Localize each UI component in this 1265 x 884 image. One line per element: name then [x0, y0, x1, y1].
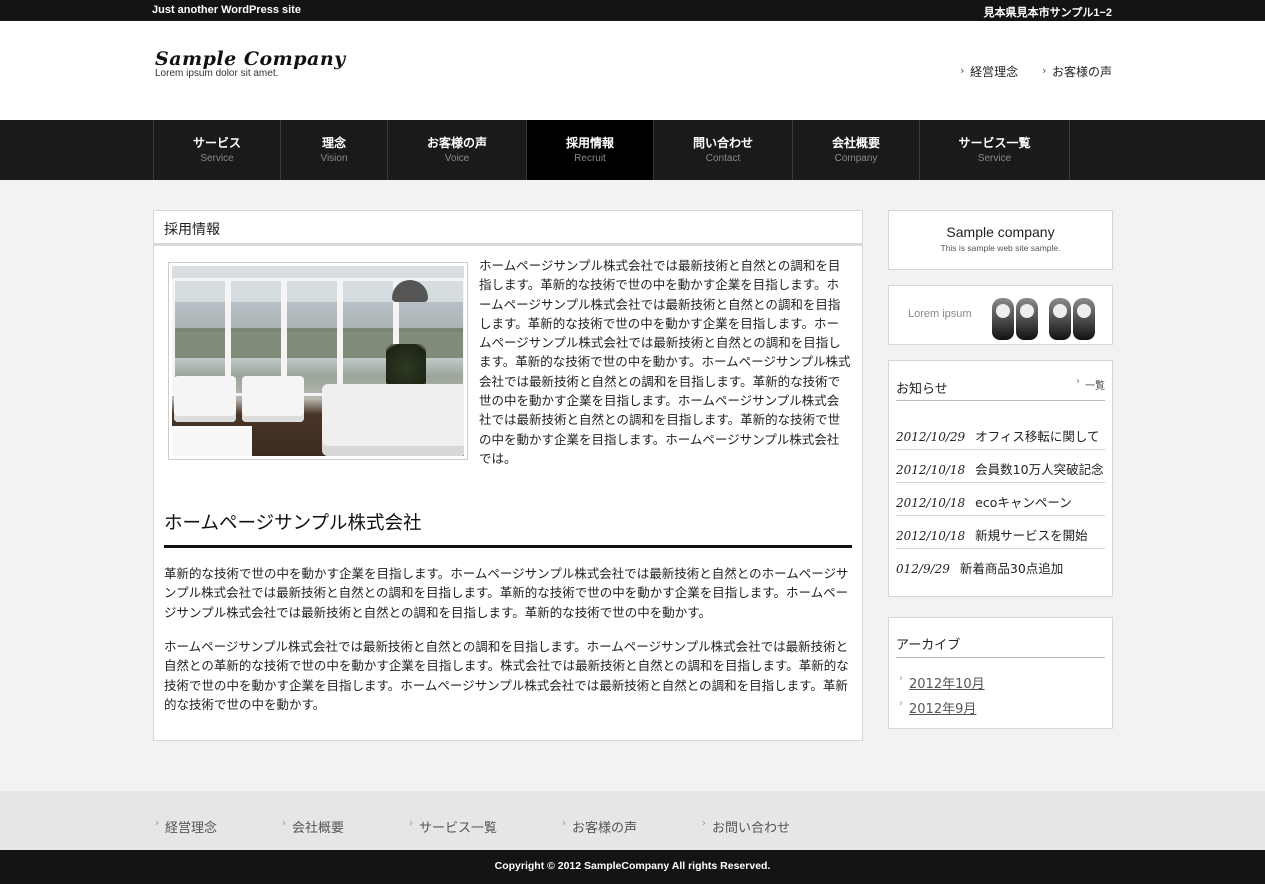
footer-nav: 経営理念 会社概要 サービス一覧 お客様の声 お問い合わせ — [0, 791, 1265, 850]
nav-sublabel: Vision — [320, 153, 348, 164]
footer-link-service-list[interactable]: サービス一覧 — [409, 817, 497, 836]
news-title-text: 新着商品30点追加 — [959, 561, 1064, 576]
nav-label: 問い合わせ — [692, 136, 753, 150]
site-header: Sample Company Lorem ipsum dolor sit ame… — [0, 21, 1265, 120]
nav-item-service[interactable]: サービス Service — [154, 120, 281, 180]
header-links: 経営理念 お客様の声 — [940, 63, 1112, 80]
news-item[interactable]: 2012/10/29 オフィス移転に関して — [896, 417, 1105, 450]
footer-link-voice[interactable]: お客様の声 — [562, 817, 637, 836]
sidebar-shoes-banner[interactable]: Lorem ipsum — [888, 285, 1113, 345]
nav-sublabel: Company — [834, 153, 878, 164]
sidebar-news: お知らせ 一覧 2012/10/29 オフィス移転に関して 2012/10/18 会… — [888, 360, 1113, 597]
nav-sublabel: Voice — [444, 153, 470, 164]
nav-sublabel: Contact — [705, 153, 741, 164]
news-date: 2012/10/18 — [896, 529, 966, 543]
nav-item-voice[interactable]: お客様の声 Voice — [388, 120, 527, 180]
copyright: Copyright © 2012 SampleCompany All right… — [0, 850, 1265, 884]
intro-text: ホームページサンプル株式会社では最新技術と自然との調和を目指します。革新的な技術… — [479, 258, 851, 466]
nav-sublabel: Service — [200, 153, 234, 164]
news-title: お知らせ — [896, 382, 948, 397]
nav-label: サービス一覧 — [958, 136, 1031, 150]
news-title-text: ecoキャンペーン — [975, 495, 1072, 510]
archive-link[interactable]: 2012年10月 — [896, 673, 1105, 698]
nav-item-recruit[interactable]: 採用情報 Recruit — [527, 120, 654, 180]
archive-title: アーカイブ — [896, 638, 961, 653]
news-title-text: 会員数10万人突破記念 — [975, 462, 1104, 477]
page-title: 採用情報 — [154, 211, 862, 246]
sidebar-archive: アーカイブ 2012年10月 2012年9月 — [888, 617, 1113, 729]
shoe-image — [1016, 298, 1038, 340]
global-nav: サービス Service 理念 Vision お客様の声 Voice 採用情報 … — [0, 120, 1265, 180]
news-date: 2012/10/18 — [896, 496, 966, 510]
footer-link-company[interactable]: 会社概要 — [282, 817, 344, 836]
nav-label: サービス — [192, 136, 241, 150]
footer-link-contact[interactable]: お問い合わせ — [702, 817, 790, 836]
site-address: 見本県見本市サンプル1−2 — [983, 7, 1112, 19]
nav-label: 会社概要 — [831, 136, 880, 150]
site-tagline: Just another WordPress site — [152, 4, 301, 16]
brand-subtitle: This is sample web site sample. — [940, 243, 1061, 253]
brand-title: Sample company — [946, 224, 1055, 240]
news-date: 012/9/29 — [896, 562, 950, 576]
nav-label: 採用情報 — [565, 136, 614, 150]
nav-label: 理念 — [321, 136, 346, 150]
news-date: 2012/10/29 — [896, 430, 966, 444]
body-paragraph-1: 革新的な技術で世の中を動かす企業を目指します。ホームページサンプル株式会社では最… — [164, 566, 849, 620]
banner-label: Lorem ipsum — [908, 308, 972, 320]
shoe-image — [1073, 298, 1095, 340]
nav-item-company[interactable]: 会社概要 Company — [793, 120, 920, 180]
shoe-image — [992, 298, 1014, 340]
news-title-text: 新規サービスを開始 — [975, 528, 1088, 543]
news-item[interactable]: 2012/10/18 新規サービスを開始 — [896, 516, 1105, 549]
shoe-image — [1049, 298, 1071, 340]
nav-item-contact[interactable]: 問い合わせ Contact — [654, 120, 793, 180]
body-paragraph-2: ホームページサンプル株式会社では最新技術と自然との調和を目指します。ホームページ… — [164, 639, 849, 712]
nav-sublabel: Service — [977, 153, 1012, 164]
header-link-philosophy[interactable]: 経営理念 — [960, 65, 1018, 79]
sidebar-brand-banner[interactable]: Sample company This is sample web site s… — [888, 210, 1113, 270]
archive-link[interactable]: 2012年9月 — [896, 698, 1105, 723]
logo-name: Sample Company — [155, 48, 346, 70]
news-more-link[interactable]: 一覧 — [1076, 376, 1105, 392]
header-link-voice[interactable]: お客様の声 — [1042, 65, 1112, 79]
news-item[interactable]: 012/9/29 新着商品30点追加 — [896, 549, 1105, 582]
nav-label: お客様の声 — [426, 136, 487, 150]
site-logo[interactable]: Sample Company Lorem ipsum dolor sit ame… — [155, 48, 346, 79]
living-room-photo — [168, 262, 468, 460]
nav-item-service-list[interactable]: サービス一覧 Service — [920, 120, 1070, 180]
section-heading: ホームページサンプル株式会社 — [164, 509, 852, 548]
news-item[interactable]: 2012/10/18 ecoキャンペーン — [896, 483, 1105, 516]
top-bar: Just another WordPress site 見本県見本市サンプル1−… — [0, 0, 1265, 21]
nav-sublabel: Recruit — [574, 153, 606, 164]
news-date: 2012/10/18 — [896, 463, 966, 477]
footer-link-philosophy[interactable]: 経営理念 — [155, 817, 217, 836]
news-title-text: オフィス移転に関して — [975, 429, 1100, 444]
main-content: 採用情報 ホームページサンプル株式会社では最新技術と自然との調和を目指します。革… — [153, 210, 863, 741]
nav-item-vision[interactable]: 理念 Vision — [281, 120, 388, 180]
news-item[interactable]: 2012/10/18 会員数10万人突破記念 — [896, 450, 1105, 483]
